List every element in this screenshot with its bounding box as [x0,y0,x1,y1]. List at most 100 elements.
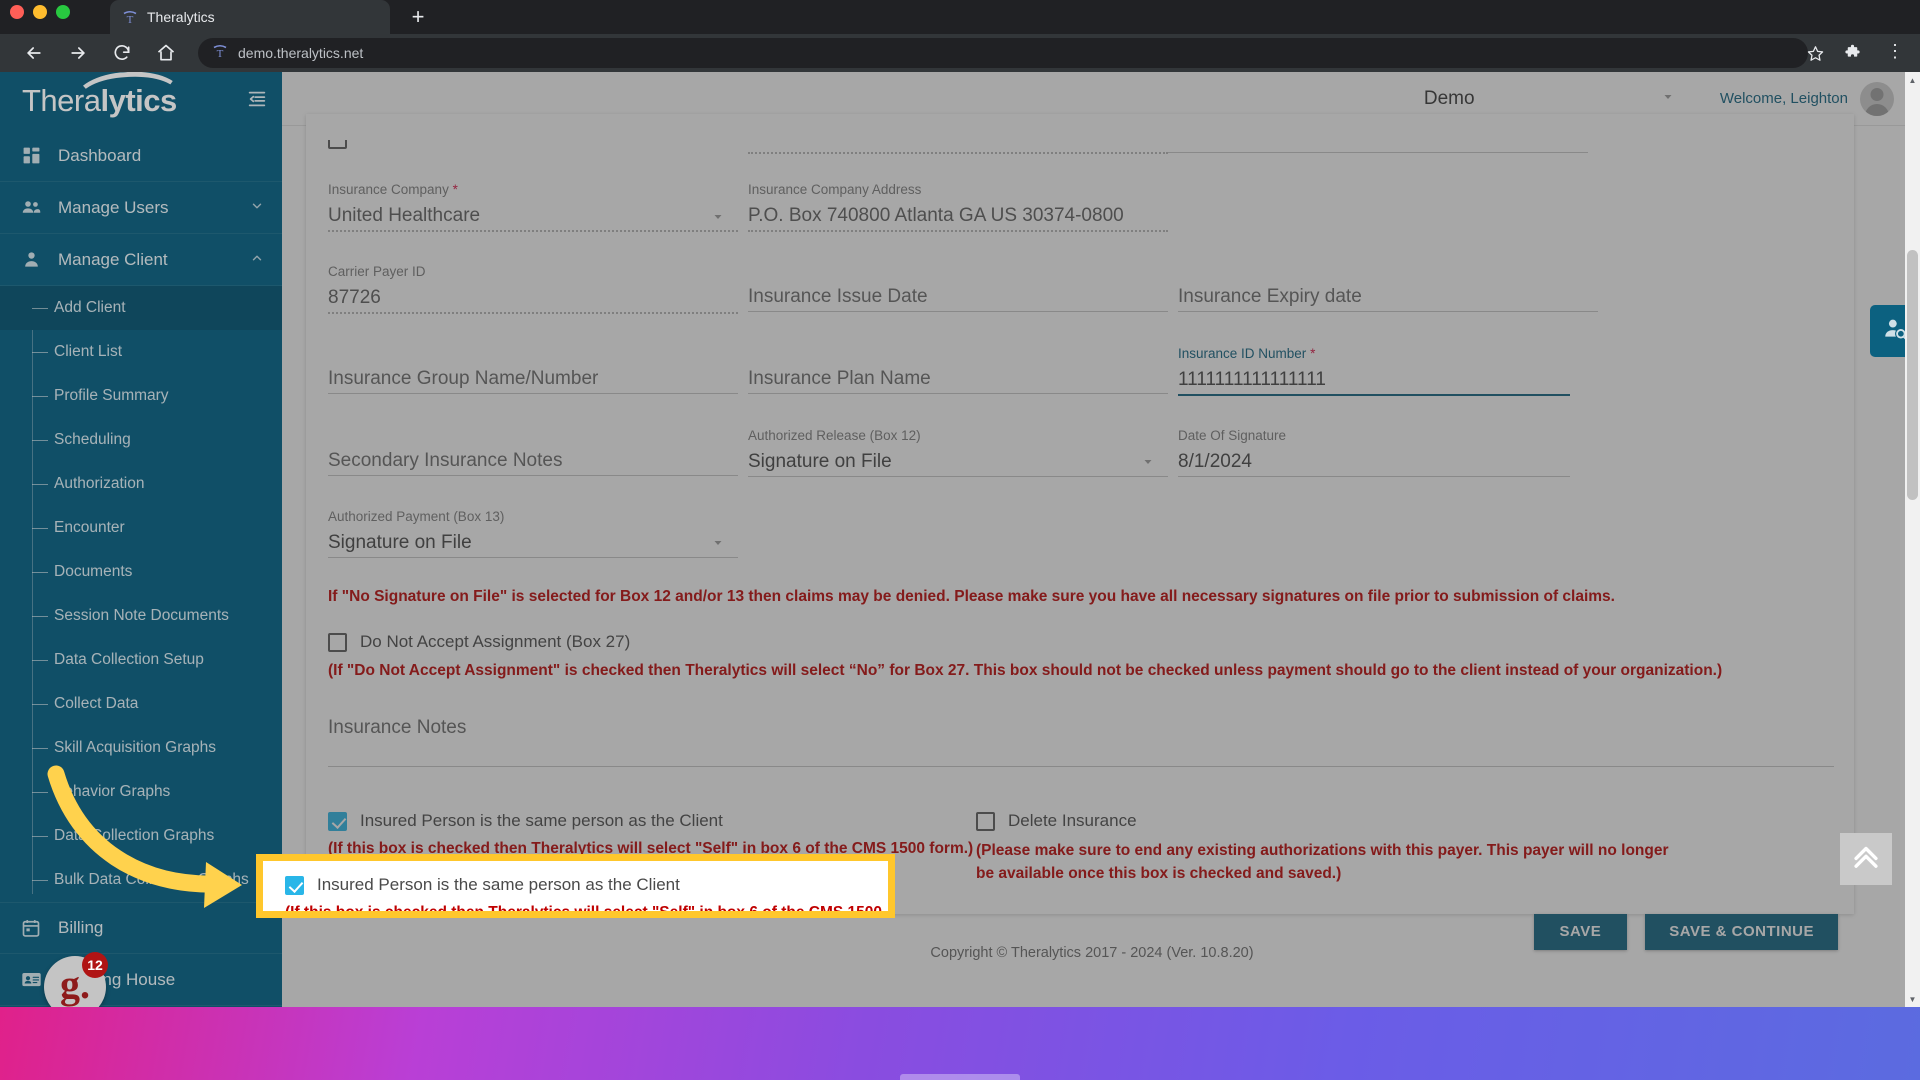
do-not-accept-assignment-label: Do Not Accept Assignment (Box 27) [360,632,631,651]
sidebar-item-client-list[interactable]: Client List [0,330,282,374]
maximize-window-button[interactable] [56,5,70,19]
insurance-id-number-field[interactable]: Insurance ID Number * 1111111111111111 [1178,346,1570,402]
insurance-expiry-date-field[interactable]: Insurance Expiry date [1178,264,1598,320]
close-window-button[interactable] [10,5,24,19]
back-arrow-icon[interactable] [12,34,56,72]
sidebar-item-add-client[interactable]: Add Client [0,286,282,330]
scroll-up-arrow-icon[interactable]: ▲ [1905,72,1920,88]
sidebar-item-documents[interactable]: Documents [0,550,282,594]
highlighted-insured-same-as-client-row[interactable]: Insured Person is the same person as the… [285,875,888,895]
sidebar-item-label: Dashboard [58,145,142,165]
sidebar-item-session-note-documents[interactable]: Session Note Documents [0,594,282,638]
vertical-scrollbar[interactable]: ▲ ▼ [1905,72,1920,1007]
sidebar-item-data-collection-setup[interactable]: Data Collection Setup [0,638,282,682]
chevron-down-icon [250,199,264,216]
reload-icon[interactable] [100,34,144,72]
sidebar-subitem-label: Profile Summary [54,387,169,404]
secondary-insurance-notes-field[interactable]: Secondary Insurance Notes [328,428,738,483]
sidebar-item-manage-users[interactable]: Manage Users [0,182,282,234]
new-tab-button[interactable]: + [400,0,436,34]
form-row-3: Insurance Group Name/Number Insurance Pl… [328,346,1838,402]
date-of-signature-field[interactable]: Date Of Signature 8/1/2024 [1178,428,1570,483]
dashboard-icon [20,146,42,165]
notification-badge[interactable]: g. 12 [44,952,108,1007]
address-bar[interactable]: T demo.theralytics.net [198,38,1808,68]
insurance-id-number-value: 1111111111111111 [1178,369,1326,390]
delete-insurance-row[interactable]: Delete Insurance [976,811,1736,831]
authorized-release-value: Signature on File [748,451,892,472]
sidebar-item-skill-acquisition-graphs[interactable]: Skill Acquisition Graphs [0,726,282,770]
chevron-down-icon[interactable] [1142,456,1154,471]
insured-same-as-client-row[interactable]: Insured Person is the same person as the… [328,811,976,831]
brand-header: Theralytics [0,72,282,130]
window-traffic-lights [10,0,70,24]
insurance-notes-placeholder: Insurance Notes [328,717,467,738]
form-row-2: Carrier Payer ID 87726 Insurance Issue D… [328,264,1838,320]
highlighted-insured-same-note: (If this box is checked then Theralytics… [285,904,882,918]
scroll-down-arrow-icon[interactable]: ▼ [1905,991,1920,1007]
sidebar-item-collect-data[interactable]: Collect Data [0,682,282,726]
delete-insurance-block: Delete Insurance (Please make sure to en… [976,811,1736,886]
users-icon [20,197,42,218]
partial-checkbox-field [328,140,748,162]
star-icon[interactable] [1807,45,1824,66]
notification-count: 12 [82,952,108,978]
sidebar-item-clearing-house[interactable]: Clearing House [0,954,282,1006]
insurance-issue-date-field[interactable]: Insurance Issue Date [748,264,1168,320]
insurance-company-address-field[interactable]: Insurance Company Address P.O. Box 74080… [748,182,1168,238]
sidebar-item-scheduling[interactable]: Scheduling [0,418,282,462]
kebab-menu-icon[interactable]: ⋮ [1886,42,1904,60]
browser-tab[interactable]: T Theralytics [110,0,390,34]
scrollbar-thumb[interactable] [1907,250,1918,500]
insurance-company-field[interactable]: Insurance Company * United Healthcare [328,182,738,238]
home-icon[interactable] [144,34,188,72]
sidebar-item-manage-client[interactable]: Manage Client [0,234,282,286]
insurance-notes-field[interactable]: Insurance Notes [328,714,1834,773]
sidebar-item-behavior-graphs[interactable]: Behavior Graphs [0,770,282,814]
organization-select[interactable]: Demo [1424,88,1674,110]
delete-insurance-label: Delete Insurance [1008,811,1137,830]
carrier-payer-id-field[interactable]: Carrier Payer ID 87726 [328,264,738,320]
minimize-window-button[interactable] [33,5,47,19]
carrier-payer-id-value: 87726 [328,287,381,308]
scroll-to-top-button[interactable] [1840,833,1892,885]
sidebar-item-billing[interactable]: Billing [0,902,282,954]
sidebar-item-dashboard[interactable]: Dashboard [0,130,282,182]
sidebar-item-encounter[interactable]: Encounter [0,506,282,550]
highlight-annotation-box: Insured Person is the same person as the… [256,854,895,918]
avatar[interactable] [1860,81,1894,116]
organization-select-value: Demo [1423,87,1475,109]
sidebar-item-profile-summary[interactable]: Profile Summary [0,374,282,418]
authorized-release-field[interactable]: Authorized Release (Box 12) Signature on… [748,428,1168,483]
insured-same-as-client-checkbox[interactable] [328,811,347,831]
puzzle-piece-icon[interactable] [1843,44,1862,68]
insurance-plan-name-field[interactable]: Insurance Plan Name [748,346,1168,402]
sidebar-item-authorization[interactable]: Authorization [0,462,282,506]
row1-empty-field [1178,182,1598,238]
footer-copyright: Copyright © Theralytics 2017 - 2024 (Ver… [930,945,1254,961]
svg-text:T: T [127,14,134,25]
highlighted-insured-same-as-client-checkbox[interactable] [285,875,304,895]
browser-tab-title: Theralytics [147,9,215,25]
collapse-sidebar-icon[interactable] [246,88,268,115]
partial-checkbox[interactable] [328,140,347,149]
highlighted-insured-same-as-client-label: Insured Person is the same person as the… [317,875,680,894]
sidebar-item-bulk-data-collection-graphs[interactable]: Bulk Data Collection Graphs [0,858,282,902]
chevron-down-icon[interactable] [712,211,724,226]
welcome-message[interactable]: Welcome, Leighton [1720,90,1848,107]
insurance-group-field[interactable]: Insurance Group Name/Number [328,346,738,402]
authorized-payment-field[interactable]: Authorized Payment (Box 13) Signature on… [328,509,738,564]
sidebar-item-data-collection-graphs[interactable]: Data Collection Graphs [0,814,282,858]
do-not-accept-assignment-row[interactable]: Do Not Accept Assignment (Box 27) [328,632,1838,652]
signature-warning-text: If "No Signature on File" is selected fo… [328,588,1615,605]
sidebar-subitem-label: Documents [54,563,133,580]
scroll-to-top-icon [1849,840,1883,879]
forward-arrow-icon[interactable] [56,34,100,72]
insurance-company-value: United Healthcare [328,205,481,226]
sidebar-subitem-label: Scheduling [54,431,131,448]
chevron-down-icon[interactable] [712,537,724,552]
do-not-accept-assignment-checkbox[interactable] [328,632,347,652]
delete-insurance-checkbox[interactable] [976,811,995,831]
desktop-background [0,1007,1920,1080]
theralytics-favicon-icon: T [122,9,138,26]
